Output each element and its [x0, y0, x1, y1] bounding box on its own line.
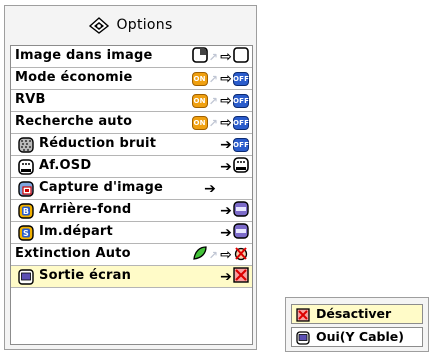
- menu-item-value: ➔: [219, 267, 249, 287]
- menu-item-label: RVB: [15, 92, 46, 107]
- menu-item-label: Af.OSD: [39, 158, 92, 173]
- menu-item-label: Mode économie: [15, 70, 133, 85]
- pip-off-icon: [233, 47, 249, 67]
- arrow-icon: ⇨: [220, 115, 232, 131]
- osd-icon: [233, 157, 249, 177]
- disabled-x-icon: [296, 308, 310, 325]
- off-badge-icon: OFF: [233, 116, 249, 130]
- menu-item-image-dans-image[interactable]: Image dans image ↗ ⇨: [11, 46, 252, 68]
- arrow-icon: ➔: [220, 203, 232, 219]
- arrow-icon: ⇨: [220, 71, 232, 87]
- option-oui-y-cable[interactable]: Oui(Y Cable): [291, 327, 423, 347]
- previous-arrow-icon: ↗: [208, 116, 219, 130]
- previous-arrow-icon: ↗: [208, 72, 219, 86]
- menu-item-value: ➔: [203, 180, 216, 198]
- menu-item-label: Réduction bruit: [39, 136, 157, 151]
- menu-item-af-osd[interactable]: Af.OSD ➔: [11, 156, 252, 178]
- arrow-icon: ⇨: [220, 247, 232, 263]
- off-badge-icon: OFF: [233, 94, 249, 108]
- option-label: Désactiver: [316, 306, 392, 321]
- menu-item-label: Extinction Auto: [15, 246, 131, 261]
- svg-text:S: S: [23, 229, 29, 238]
- arrow-icon: ⇨: [220, 93, 232, 109]
- menu-item-label: Recherche auto: [15, 114, 133, 129]
- menu-item-value: ➔: [219, 223, 249, 243]
- arrow-icon: ➔: [220, 269, 232, 285]
- window-title: Options: [116, 17, 173, 33]
- menu-item-label: Arrière-fond: [39, 202, 132, 217]
- osd-icon: [18, 159, 34, 179]
- on-badge-icon: ON: [191, 94, 208, 108]
- gear-icon: [88, 16, 110, 34]
- sharp-screen-icon: [233, 223, 249, 243]
- options-title-bar: Options: [5, 6, 256, 44]
- menu-item-label: Im.départ: [39, 224, 113, 239]
- menu-item-value: ON ↗ ⇨ OFF: [191, 70, 249, 88]
- menu-item-reduction-bruit[interactable]: Réduction bruit ➔ OFF: [11, 134, 252, 156]
- option-label: Oui(Y Cable): [316, 329, 404, 344]
- menu-item-arriere-fond[interactable]: B Arrière-fond ➔: [11, 200, 252, 222]
- menu-item-capture-image[interactable]: Capture d'image ➔: [11, 178, 252, 200]
- menu-item-label: Sortie écran: [39, 268, 132, 283]
- monitor-out-icon: [18, 269, 34, 289]
- menu-item-value: ON ↗ ⇨ OFF: [191, 114, 249, 132]
- auto-power-off-icon: [233, 245, 249, 265]
- menu-item-value: ➔: [219, 201, 249, 221]
- menu-item-im-depart[interactable]: S Im.départ ➔: [11, 222, 252, 244]
- previous-arrow-icon: ↗: [208, 94, 219, 108]
- menu-item-rvb[interactable]: RVB ON ↗ ⇨ OFF: [11, 90, 252, 112]
- menu-item-recherche-auto[interactable]: Recherche auto ON ↗ ⇨ OFF: [11, 112, 252, 134]
- menu-item-value: ➔ OFF: [219, 136, 249, 154]
- sharp-screen-icon: [233, 201, 249, 221]
- option-desactiver[interactable]: Désactiver: [291, 304, 423, 324]
- startup-image-icon: S: [18, 225, 34, 245]
- pip-icon: [191, 47, 208, 67]
- off-badge-icon: OFF: [233, 72, 249, 86]
- monitor-out-icon: [296, 331, 310, 348]
- menu-item-value: ON ↗ ⇨ OFF: [191, 92, 249, 110]
- menu-item-mode-economie[interactable]: Mode économie ON ↗ ⇨ OFF: [11, 68, 252, 90]
- off-badge-icon: OFF: [233, 138, 249, 152]
- arrow-icon: ➔: [220, 225, 232, 241]
- leaf-icon: [192, 245, 208, 265]
- menu-item-label: Image dans image: [15, 48, 153, 63]
- svg-text:B: B: [23, 207, 29, 216]
- menu-item-value: ➔: [219, 157, 249, 177]
- noise-reduction-icon: [18, 137, 34, 157]
- previous-arrow-icon: ↗: [208, 248, 219, 262]
- on-badge-icon: ON: [191, 72, 208, 86]
- menu-item-extinction-auto[interactable]: Extinction Auto ↗ ⇨: [11, 244, 252, 266]
- disabled-x-icon: [233, 267, 249, 287]
- sortie-ecran-submenu: Désactiver Oui(Y Cable): [285, 297, 429, 352]
- options-panel: Options Image dans image ↗ ⇨ Mode économ…: [4, 5, 257, 350]
- image-capture-icon: [18, 181, 34, 201]
- arrow-icon: ➔: [220, 137, 232, 153]
- menu-item-value: ↗ ⇨: [191, 47, 249, 67]
- arrow-icon: ➔: [220, 159, 232, 175]
- previous-arrow-icon: ↗: [208, 50, 219, 64]
- menu-item-label: Capture d'image: [39, 180, 164, 195]
- menu-item-value: ↗ ⇨: [191, 246, 249, 264]
- arrow-icon: ➔: [204, 181, 216, 197]
- options-menu-list: Image dans image ↗ ⇨ Mode économie ON ↗ …: [10, 45, 253, 345]
- on-badge-icon: ON: [191, 116, 208, 130]
- arrow-icon: ⇨: [220, 49, 232, 65]
- menu-item-sortie-ecran[interactable]: Sortie écran ➔: [11, 266, 252, 288]
- background-icon: B: [18, 203, 34, 223]
